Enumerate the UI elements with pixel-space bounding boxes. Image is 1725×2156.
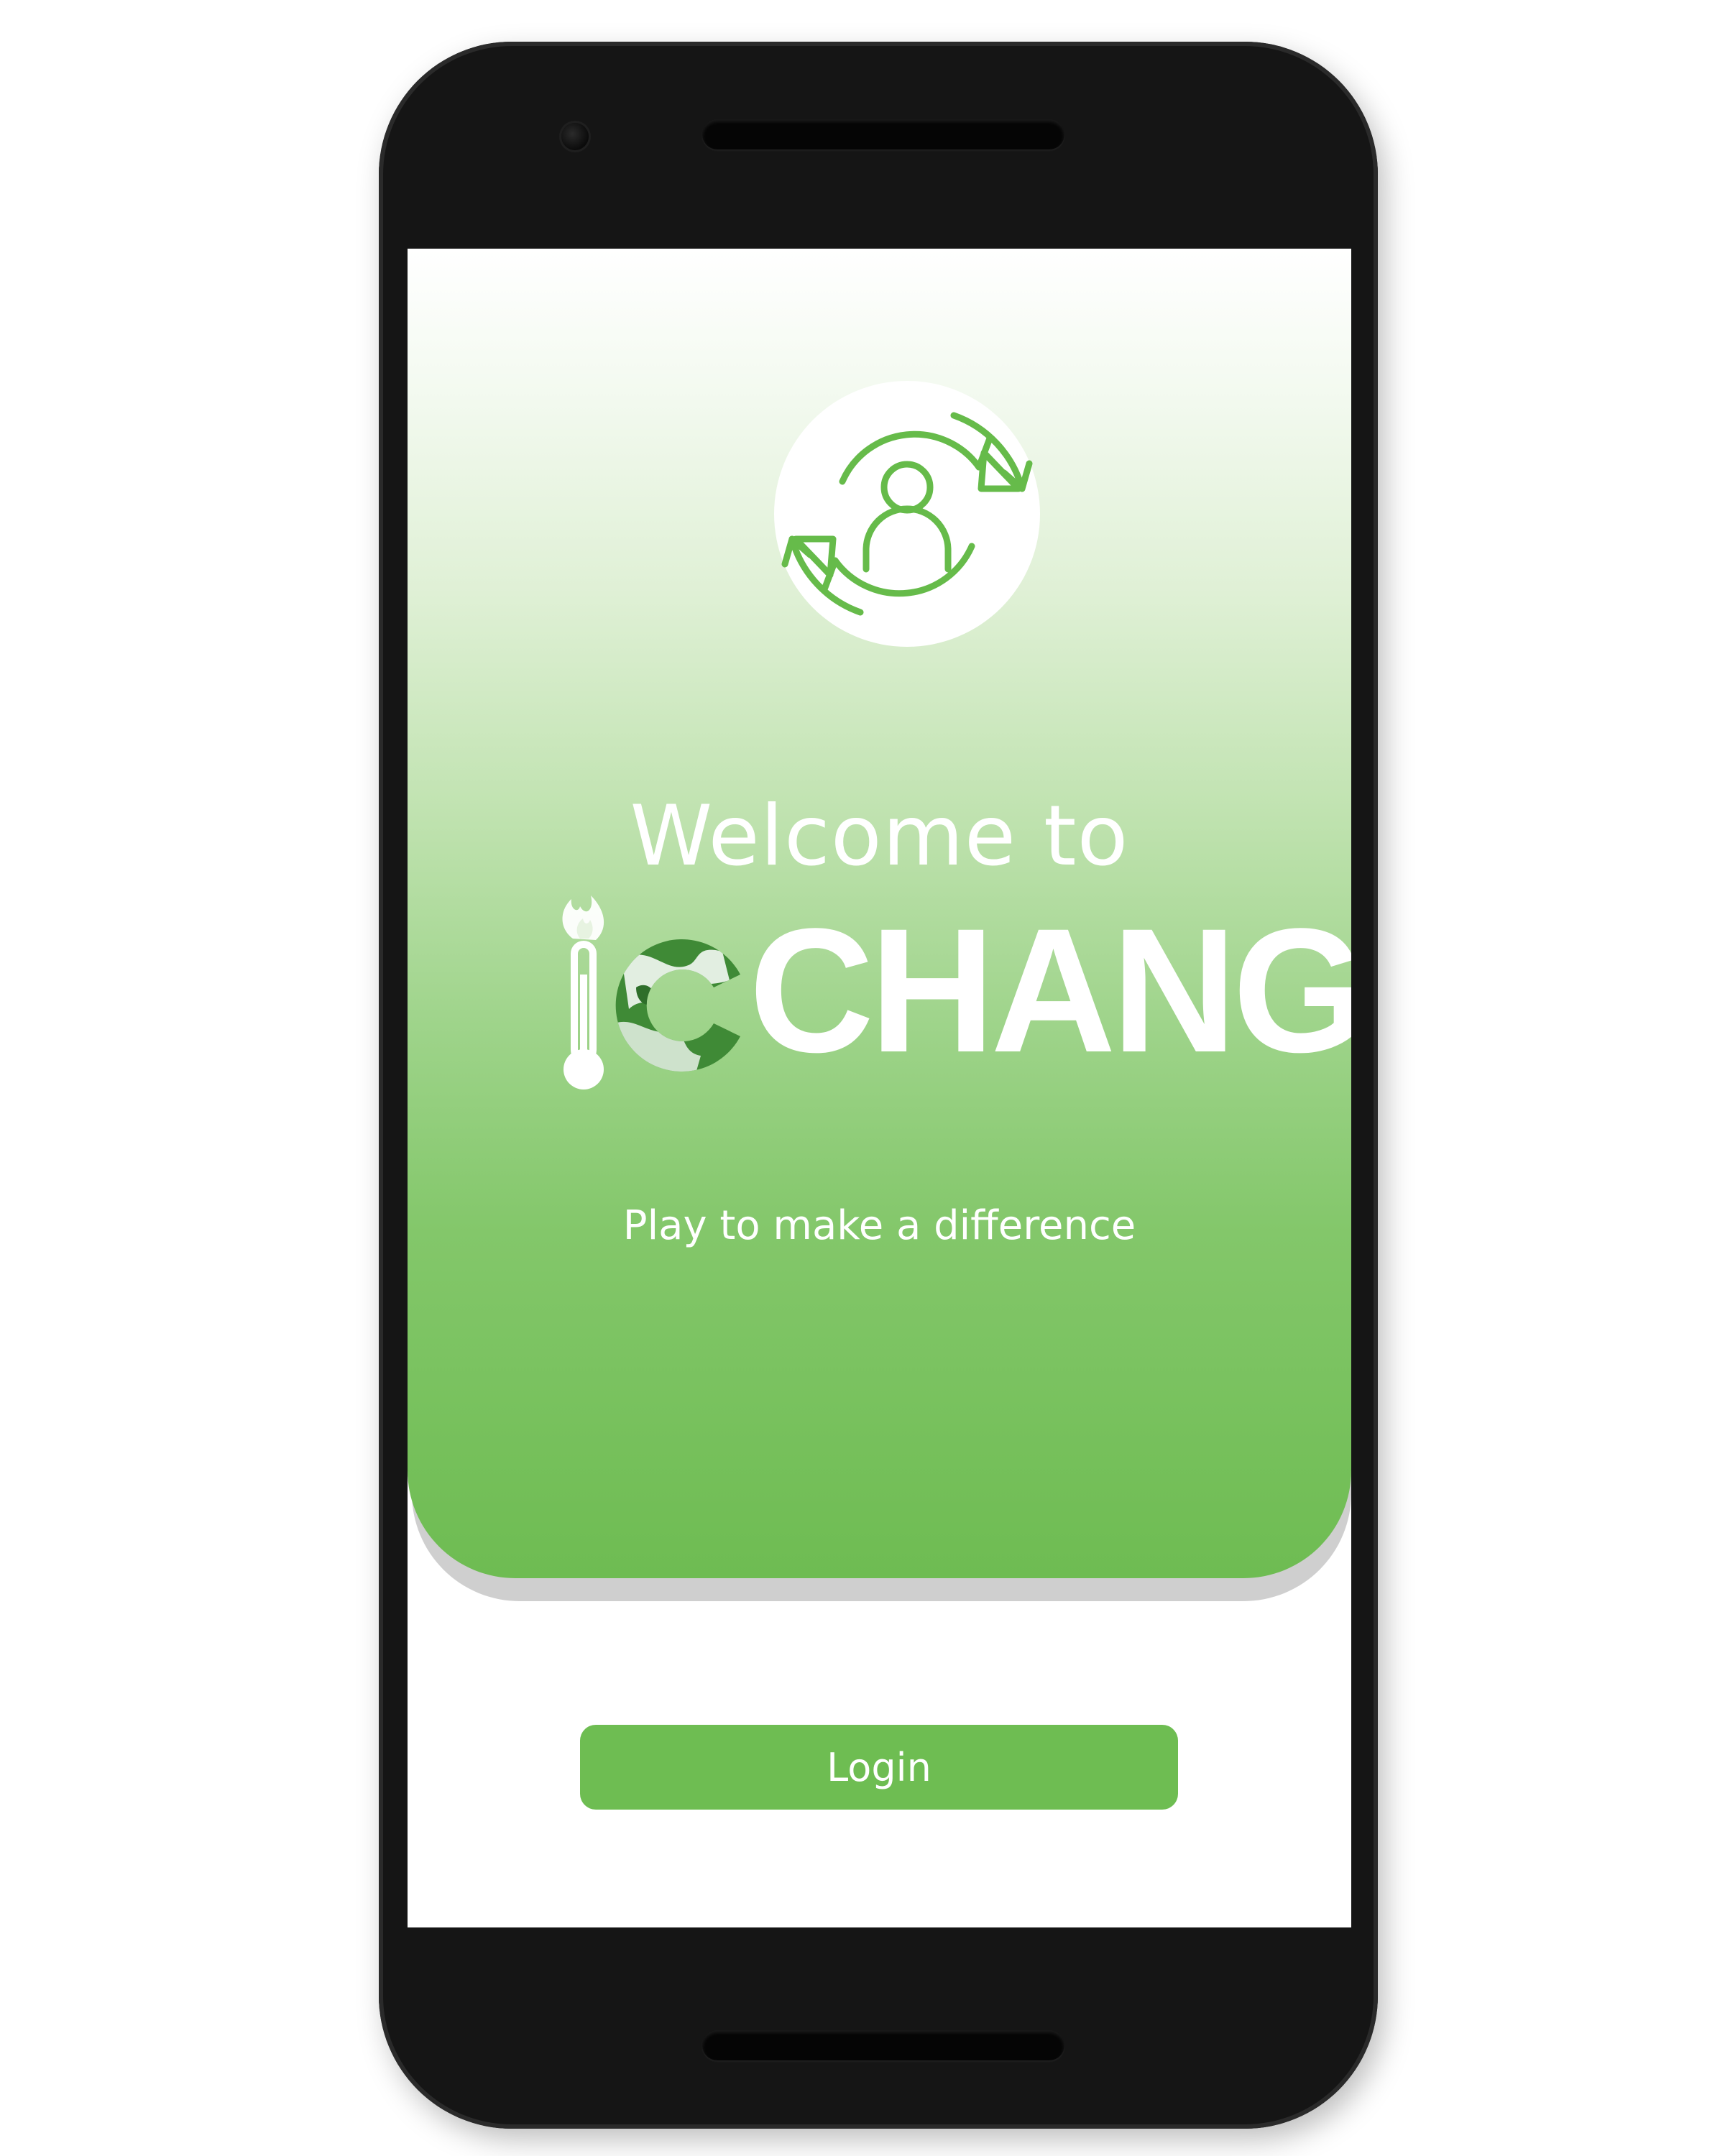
person-recycle-icon xyxy=(781,412,1033,616)
thermometer-flame-icon xyxy=(562,895,604,1089)
hero-card: Welcome to CHANG Play to make a differen… xyxy=(408,249,1351,1578)
welcome-heading: Welcome to xyxy=(630,788,1129,885)
earpiece-speaker xyxy=(702,119,1064,149)
bottom-speaker xyxy=(702,2030,1064,2060)
globe-icon xyxy=(615,939,740,1072)
tagline: Play to make a difference xyxy=(622,1202,1136,1249)
app-screen: Welcome to CHANG Play to make a differen… xyxy=(408,249,1351,1927)
front-camera xyxy=(561,123,589,150)
brand-name: CHANGE xyxy=(749,892,1351,1089)
app-logo xyxy=(774,381,1040,647)
login-button[interactable]: Login xyxy=(580,1725,1178,1810)
brand-logo: CHANGE xyxy=(551,888,1351,1118)
